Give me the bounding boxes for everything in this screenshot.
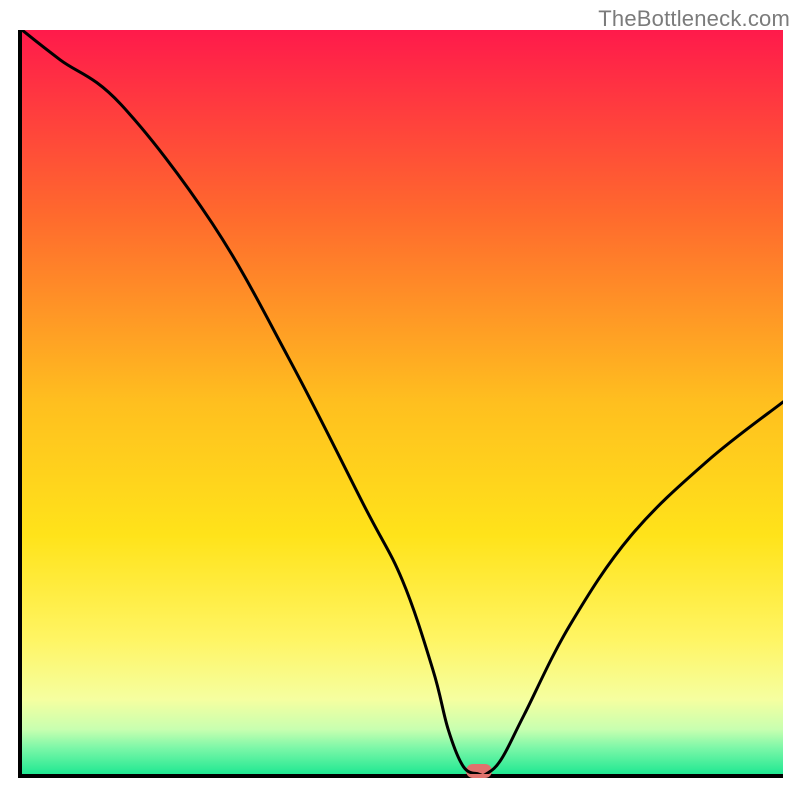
- watermark-text: TheBottleneck.com: [598, 6, 790, 32]
- curve-path: [22, 30, 783, 774]
- chart-plot-area: [18, 30, 783, 778]
- bottleneck-curve: [22, 30, 783, 774]
